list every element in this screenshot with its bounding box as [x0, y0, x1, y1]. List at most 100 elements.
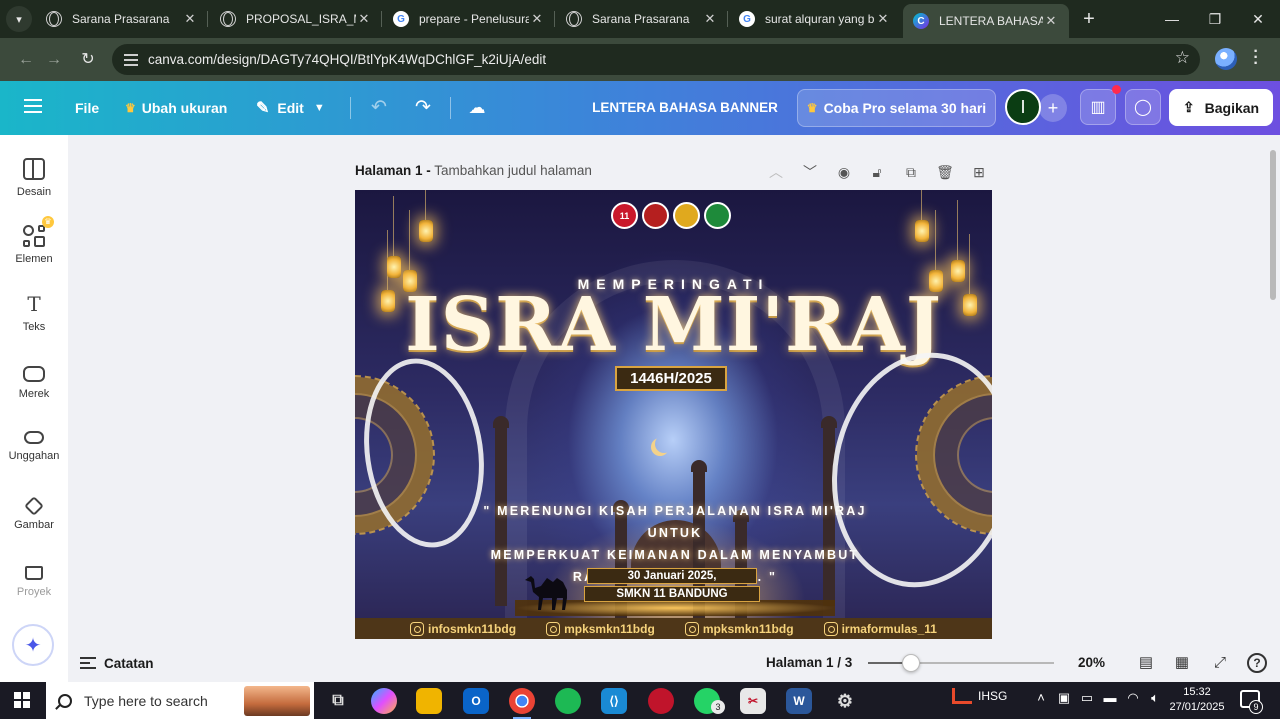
- share-button[interactable]: ⇪ Bagikan: [1169, 89, 1273, 126]
- copilot-icon[interactable]: [371, 688, 397, 714]
- sidebar-item-desain[interactable]: Desain: [0, 150, 68, 212]
- trash-icon[interactable]: 🗑︎: [934, 161, 956, 183]
- browser-menu-icon[interactable]: · · ·: [1252, 44, 1260, 72]
- hamburger-menu-icon[interactable]: [24, 99, 42, 113]
- sidebar-item-unggahan[interactable]: Unggahan: [0, 419, 68, 481]
- file-explorer-icon[interactable]: [416, 688, 442, 714]
- duplicate-icon[interactable]: ⧉: [900, 161, 922, 183]
- rohis-logo: [704, 202, 731, 229]
- fullscreen-icon[interactable]: ⤢: [1210, 653, 1230, 673]
- undo-icon[interactable]: ↶: [366, 95, 392, 121]
- sidebar-item-elemen[interactable]: Elemen: [0, 217, 68, 279]
- close-icon[interactable]: ✕: [182, 11, 198, 27]
- sidebar-item-merek[interactable]: Merek: [0, 352, 68, 414]
- taskbar-search-input[interactable]: Type here to search: [46, 682, 314, 719]
- add-page-icon[interactable]: ⊞: [968, 161, 990, 183]
- avatar[interactable]: I: [1005, 89, 1041, 125]
- page-title[interactable]: Halaman 1 - Tambahkan judul halaman: [355, 163, 592, 178]
- design-year-badge[interactable]: 1446H/2025: [615, 366, 727, 391]
- add-page-title[interactable]: Tambahkan judul halaman: [434, 163, 592, 178]
- display-icon[interactable]: ▭: [1078, 690, 1096, 706]
- page-indicator[interactable]: Halaman 1 / 3: [766, 655, 852, 670]
- reload-icon[interactable]: ↻: [76, 48, 100, 72]
- wifi-icon[interactable]: ◠: [1124, 690, 1142, 706]
- resize-button[interactable]: ♛ Ubah ukuran: [125, 81, 227, 135]
- browser-tab-1[interactable]: Sarana Prasarana ✕: [36, 0, 208, 38]
- browser-profile-icon[interactable]: [1215, 48, 1237, 70]
- try-pro-button[interactable]: ♛ Coba Pro selama 30 hari: [797, 89, 996, 127]
- zoom-slider-handle[interactable]: [902, 654, 920, 672]
- zoom-percentage[interactable]: 20%: [1078, 655, 1105, 670]
- site-settings-icon[interactable]: [124, 53, 138, 66]
- close-icon[interactable]: ✕: [1043, 13, 1059, 29]
- forward-arrow-icon[interactable]: →: [42, 48, 66, 72]
- browser-tab-4[interactable]: Sarana Prasarana ✕: [556, 0, 728, 38]
- snipping-tool-icon[interactable]: ✂: [740, 688, 766, 714]
- close-icon[interactable]: ✕: [702, 11, 718, 27]
- chevron-up-icon[interactable]: ˄: [1032, 690, 1050, 705]
- browser-tab-strip: ▾ Sarana Prasarana ✕ PROPOSAL_ISRA_MI ✕ …: [0, 0, 1280, 38]
- left-sidebar: Desain Elemen T Teks Merek Unggahan Gamb…: [0, 135, 68, 682]
- zoom-slider[interactable]: [868, 654, 1054, 672]
- document-title[interactable]: LENTERA BAHASA BANNER: [580, 81, 790, 135]
- new-tab-button[interactable]: +: [1078, 8, 1100, 30]
- camera-icon[interactable]: ▣: [1055, 690, 1073, 706]
- browser-tab-6-active[interactable]: C LENTERA BAHASA BA ✕: [903, 4, 1069, 38]
- divider: [350, 97, 351, 119]
- hide-eye-icon[interactable]: ◉: [833, 161, 855, 183]
- speaker-icon[interactable]: 🔈︎: [1146, 690, 1164, 706]
- grid-view-icon[interactable]: ▦: [1172, 653, 1192, 673]
- minimize-button[interactable]: —: [1152, 0, 1192, 38]
- tab-search-button[interactable]: ▾: [6, 6, 32, 32]
- sidebar-item-gambar[interactable]: Gambar: [0, 487, 68, 549]
- back-arrow-icon[interactable]: ←: [14, 48, 38, 72]
- vertical-scrollbar[interactable]: [1270, 150, 1276, 300]
- battery-icon[interactable]: ▬: [1101, 690, 1119, 705]
- close-icon[interactable]: ✕: [529, 11, 545, 27]
- chrome-icon[interactable]: [509, 688, 535, 719]
- page-view-icon[interactable]: ▤: [1136, 653, 1156, 673]
- windows-start-icon[interactable]: [14, 692, 30, 708]
- notes-button[interactable]: Catatan: [80, 652, 154, 674]
- vscode-icon[interactable]: ⟨⟩: [601, 688, 627, 714]
- browser-tab-5[interactable]: G surat alquran yang b ✕: [729, 0, 901, 38]
- upload-cloud-icon: [24, 431, 44, 444]
- cloud-saved-icon[interactable]: ☁: [464, 95, 490, 121]
- browser-tab-3[interactable]: G prepare - Penelusuran ✕: [383, 0, 555, 38]
- design-canvas[interactable]: 11 MEMPERINGATI ISRA MI'RAJ 1446H/2025 "…: [355, 190, 992, 639]
- stock-widget[interactable]: IHSG: [952, 688, 1007, 704]
- sidebar-item-proyek[interactable]: Proyek: [0, 554, 68, 616]
- edit-menu-button[interactable]: ✎ Edit ▼: [256, 81, 325, 135]
- chevron-up-icon[interactable]: ︿: [765, 161, 787, 183]
- design-date-text[interactable]: 30 Januari 2025,: [587, 568, 757, 584]
- insights-chart-icon[interactable]: ▥: [1080, 89, 1116, 125]
- design-school-text[interactable]: SMKN 11 BANDUNG: [584, 586, 760, 602]
- comment-icon[interactable]: ◯: [1125, 89, 1161, 125]
- outlook-icon[interactable]: O: [463, 688, 489, 714]
- task-view-icon[interactable]: ⧉: [325, 688, 351, 714]
- design-main-title[interactable]: ISRA MI'RAJ: [355, 282, 992, 368]
- word-icon[interactable]: W: [786, 688, 812, 714]
- settings-gear-icon[interactable]: ⚙: [832, 688, 858, 714]
- file-menu-button[interactable]: File: [75, 81, 99, 135]
- restore-button[interactable]: ❐: [1195, 0, 1235, 38]
- close-icon[interactable]: ✕: [356, 11, 372, 27]
- close-icon[interactable]: ✕: [875, 11, 891, 27]
- sidebar-item-teks[interactable]: T Teks: [0, 285, 68, 347]
- bookmark-star-icon[interactable]: ☆: [1175, 48, 1190, 68]
- brand-icon: [23, 366, 45, 382]
- design-social-footer[interactable]: infosmkn11bdg mpksmkn11bdg mpksmkn11bdg …: [355, 618, 992, 639]
- magic-sparkle-icon[interactable]: ✦: [12, 624, 54, 666]
- chevron-down-icon[interactable]: ﹀: [799, 161, 821, 183]
- invite-plus-button[interactable]: +: [1039, 94, 1067, 122]
- taskbar-clock[interactable]: 15:32 27/01/2025: [1166, 685, 1228, 715]
- browser-tab-2[interactable]: PROPOSAL_ISRA_MI ✕: [210, 0, 382, 38]
- game-app-icon[interactable]: [648, 688, 674, 714]
- lock-icon[interactable]: 🔓︎: [866, 161, 888, 183]
- close-window-button[interactable]: ✕: [1238, 0, 1278, 38]
- help-button[interactable]: ?: [1247, 653, 1267, 673]
- url-bar[interactable]: canva.com/design/DAGTy74QHQI/BtlYpK4WqDC…: [112, 44, 1200, 75]
- url-text[interactable]: canva.com/design/DAGTy74QHQI/BtlYpK4WqDC…: [148, 52, 546, 67]
- redo-icon[interactable]: ↷: [410, 95, 436, 121]
- spotify-icon[interactable]: [555, 688, 581, 714]
